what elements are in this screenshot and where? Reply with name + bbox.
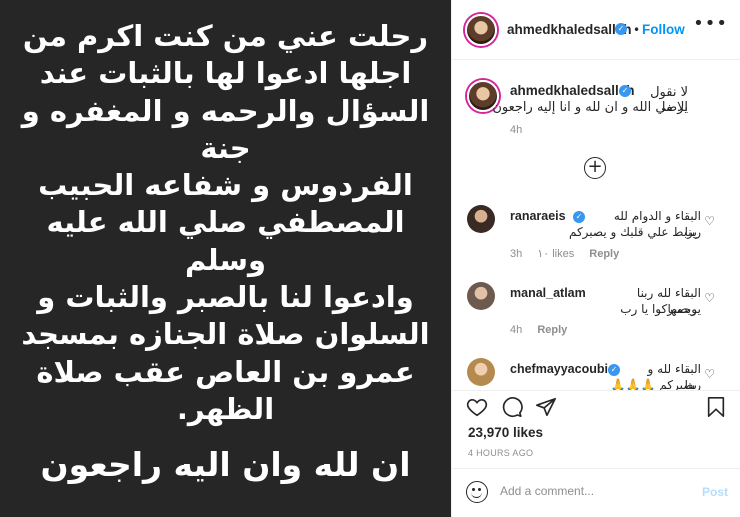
post-image-line: عمرو بن العاص عقب صلاة xyxy=(36,354,415,389)
post-image[interactable]: رحلت عني من كنت اكرم من اجلها ادعوا لها … xyxy=(0,0,451,517)
comment-input[interactable] xyxy=(500,484,700,498)
avatar[interactable] xyxy=(467,205,495,233)
post-header: ahmedkhaledsalleh ✓ • Follow ••• xyxy=(452,0,740,60)
verified-icon: ✓ xyxy=(608,364,620,376)
instagram-post: رحلت عني من كنت اكرم من اجلها ادعوا لها … xyxy=(0,0,740,517)
post-image-line: المصطفي صلي الله عليه وسلم xyxy=(46,205,405,277)
comment-text-line2: يصبركم 🙏🙏🙏 xyxy=(610,378,697,390)
heart-icon[interactable]: ♡ xyxy=(704,214,715,228)
comment-meta: 3h ١٠ likes Reply xyxy=(510,247,631,260)
separator-dot: • xyxy=(633,23,641,37)
caption-time: 4h xyxy=(510,124,523,136)
comment-time: 3h xyxy=(510,248,523,260)
verified-icon: ✓ xyxy=(619,85,631,97)
post-comment-button[interactable]: Post xyxy=(702,485,728,499)
comment-item: chefmayyacoubi ✓ البقاء لله و ربنا يصبرك… xyxy=(452,357,740,390)
post-image-closing: ان لله وان اليه راجعون xyxy=(40,445,411,484)
post-image-line: السلوان صلاة الجنازه بمسجد xyxy=(21,317,430,352)
bookmark-icon[interactable] xyxy=(705,396,727,418)
header-username[interactable]: ahmedkhaledsalleh xyxy=(507,22,632,37)
comment-username[interactable]: ranaraeis xyxy=(510,209,566,223)
follow-button[interactable]: Follow xyxy=(642,22,685,37)
comment-username[interactable]: chefmayyacoubi xyxy=(510,362,608,376)
comment-item: ranaraeis ✓ البقاء و الدوام لله ربنا يرب… xyxy=(452,204,740,274)
post-image-line: الظهر. xyxy=(176,391,275,426)
comment-username[interactable]: manal_atlam xyxy=(510,286,586,300)
post-image-line: السؤال والرحمه و المغفره و جنة xyxy=(21,93,430,165)
post-side-panel: ahmedkhaledsalleh ✓ • Follow ••• ahmedkh… xyxy=(451,0,740,517)
share-icon[interactable] xyxy=(535,396,557,418)
comment-meta: 4h Reply xyxy=(510,324,579,336)
reply-button[interactable]: Reply xyxy=(589,248,619,260)
heart-icon[interactable] xyxy=(466,396,488,418)
add-comment-bar: Post xyxy=(452,468,740,517)
caption-text-line2: يرضي الله و ان لله و انا إليه راجعون xyxy=(492,100,688,115)
comments-scroll-area[interactable]: ahmedkhaledsalleh ✓ لا نقول الا ما يرضي … xyxy=(452,60,740,390)
plus-circle-icon[interactable]: + xyxy=(584,157,606,179)
caption-username[interactable]: ahmedkhaledsalleh xyxy=(510,83,635,98)
comment-time: 4h xyxy=(510,324,523,336)
post-image-text: رحلت عني من كنت اكرم من اجلها ادعوا لها … xyxy=(14,18,437,428)
verified-icon: ✓ xyxy=(573,211,585,223)
avatar[interactable] xyxy=(465,14,497,46)
comment-icon[interactable] xyxy=(501,396,523,418)
post-image-line: اجلها ادعوا لها بالثبات عند xyxy=(39,56,412,91)
comment-item: manal_atlam البقاء لله ربنا يرحمها ويصبر… xyxy=(452,281,740,351)
post-actions: 23,970 likes 4 HOURS AGO xyxy=(452,390,740,462)
post-image-line: الفردوس و شفاعه الحبيب xyxy=(38,168,413,203)
post-image-line: وادعوا لنا بالصبر والثبات و xyxy=(37,280,414,315)
post-caption: ahmedkhaledsalleh ✓ لا نقول الا ما يرضي … xyxy=(452,76,740,140)
heart-icon[interactable]: ♡ xyxy=(704,291,715,305)
more-horizontal-icon[interactable]: ••• xyxy=(693,15,728,33)
post-image-line: رحلت عني من كنت اكرم من xyxy=(22,19,429,53)
emoji-icon[interactable] xyxy=(466,481,488,503)
heart-icon[interactable]: ♡ xyxy=(704,367,715,381)
comment-likes[interactable]: ١٠ likes xyxy=(537,248,574,260)
comment-text-line2: ويصبركوا يا رب xyxy=(620,302,697,316)
likes-count[interactable]: 23,970 likes xyxy=(468,425,543,440)
reply-button[interactable]: Reply xyxy=(537,324,567,336)
comment-text-line2: يربط علي قلبك و يصبركم xyxy=(568,225,697,239)
posted-ago: 4 HOURS AGO xyxy=(468,448,534,458)
verified-icon: ✓ xyxy=(615,23,627,35)
avatar[interactable] xyxy=(467,358,495,386)
avatar[interactable] xyxy=(467,282,495,310)
